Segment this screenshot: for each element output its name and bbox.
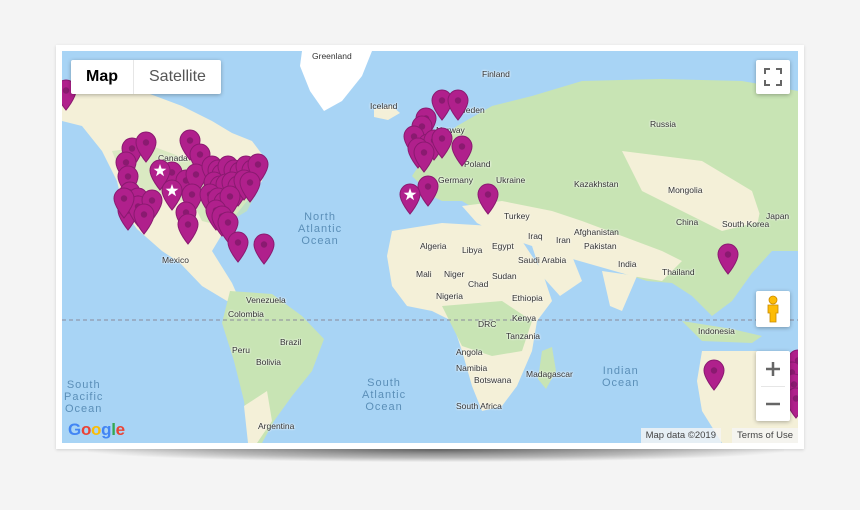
map-marker[interactable]	[252, 233, 276, 265]
map-marker-star[interactable]	[160, 179, 184, 211]
plus-icon	[766, 361, 780, 376]
map-marker[interactable]	[702, 359, 726, 391]
map-type-control: Map Satellite	[71, 60, 221, 94]
map-marker[interactable]	[476, 183, 500, 215]
land-iceland	[374, 106, 400, 120]
land-madagascar	[538, 347, 556, 389]
google-logo[interactable]: Google	[68, 420, 125, 440]
land-greenland	[300, 51, 372, 111]
zoom-control	[756, 351, 790, 421]
map-type-map-button[interactable]: Map	[71, 60, 133, 94]
map-marker[interactable]	[226, 231, 250, 263]
map-marker[interactable]	[132, 203, 156, 235]
fullscreen-icon	[764, 68, 782, 86]
map-marker-star[interactable]	[398, 183, 422, 215]
zoom-out-button[interactable]	[756, 387, 790, 421]
map-type-satellite-button[interactable]: Satellite	[133, 60, 221, 94]
map-marker[interactable]	[412, 141, 436, 173]
street-view-button[interactable]	[756, 291, 790, 327]
map-data-attribution: Map data ©2019	[640, 428, 721, 443]
pegman-icon	[767, 295, 779, 323]
map-marker[interactable]	[446, 89, 470, 121]
map-canvas[interactable]: Greenland Iceland Finland Sweden Norway …	[62, 51, 798, 443]
map-marker[interactable]	[176, 213, 200, 245]
map-marker[interactable]	[716, 243, 740, 275]
map-marker[interactable]	[450, 135, 474, 167]
minus-icon	[766, 402, 780, 405]
terms-of-use-link[interactable]: Terms of Use	[732, 428, 798, 443]
zoom-in-button[interactable]	[756, 352, 790, 386]
land-south-america	[222, 291, 324, 443]
fullscreen-button[interactable]	[756, 60, 790, 94]
map-card: Greenland Iceland Finland Sweden Norway …	[56, 45, 804, 449]
